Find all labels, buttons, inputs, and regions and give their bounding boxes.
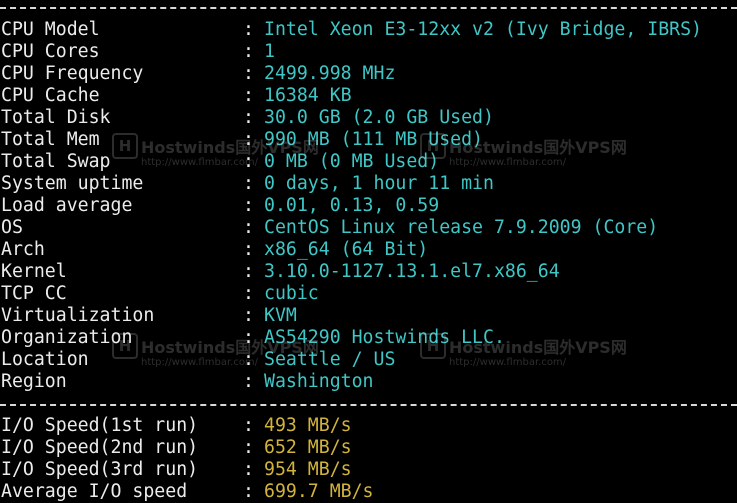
field-value: 30.0 GB (2.0 GB Used)	[264, 107, 494, 128]
field-separator: :	[243, 437, 254, 458]
field-label: Kernel	[1, 261, 67, 282]
field-separator: :	[243, 371, 254, 392]
field-value: cubic	[264, 283, 319, 304]
field-label: Load average	[1, 195, 133, 216]
field-value: Seattle / US	[264, 349, 396, 370]
field-label: Total Mem	[1, 129, 100, 150]
field-label: I/O Speed(3rd run)	[1, 459, 199, 480]
field-label: CPU Cores	[1, 41, 100, 62]
field-separator: :	[243, 173, 254, 194]
watermark-url: http://www.flmbar.com/	[449, 157, 567, 168]
field-separator: :	[243, 283, 254, 304]
field-value: 1	[264, 41, 275, 62]
field-value: 0 MB (0 MB Used)	[264, 151, 440, 172]
field-label: Total Swap	[1, 151, 111, 172]
field-value: 954 MB/s	[264, 459, 352, 480]
field-separator: :	[243, 85, 254, 106]
terminal-window[interactable]: CPU Model: Intel Xeon E3-12xx v2 (Ivy Bri…	[0, 0, 737, 502]
field-value: 990 MB (111 MB Used)	[264, 129, 483, 150]
field-label: Organization	[1, 327, 133, 348]
field-label: Arch	[1, 239, 45, 260]
field-label: Average I/O speed	[1, 481, 188, 502]
field-value: 493 MB/s	[264, 415, 352, 436]
field-value: 2499.998 MHz	[264, 63, 396, 84]
field-separator: :	[243, 415, 254, 436]
field-separator: :	[243, 481, 254, 502]
field-label: I/O Speed(2nd run)	[1, 437, 199, 458]
field-label: TCP CC	[1, 283, 67, 304]
field-label: Region	[1, 371, 67, 392]
watermark-h-icon: H	[112, 133, 138, 159]
field-separator: :	[243, 305, 254, 326]
field-separator: :	[243, 129, 254, 150]
field-value: 3.10.0-1127.13.1.el7.x86_64	[264, 261, 560, 282]
field-label: Virtualization	[1, 305, 155, 326]
field-value: Washington	[264, 371, 374, 392]
field-separator: :	[243, 151, 254, 172]
field-separator: :	[243, 19, 254, 40]
field-separator: :	[243, 107, 254, 128]
field-label: CPU Frequency	[1, 63, 144, 84]
field-value: x86_64 (64 Bit)	[264, 239, 429, 260]
field-value: 699.7 MB/s	[264, 481, 374, 502]
field-value: 16384 KB	[264, 85, 352, 106]
separator-line-top	[0, 7, 737, 9]
field-separator: :	[243, 459, 254, 480]
field-label: CPU Cache	[1, 85, 100, 106]
field-label: I/O Speed(1st run)	[1, 415, 199, 436]
field-separator: :	[243, 327, 254, 348]
field-separator: :	[243, 195, 254, 216]
separator-line-middle	[0, 404, 737, 406]
field-separator: :	[243, 63, 254, 84]
field-label: Total Disk	[1, 107, 111, 128]
field-label: System uptime	[1, 173, 144, 194]
watermark-url: http://www.flmbar.com/	[449, 357, 567, 368]
field-separator: :	[243, 217, 254, 238]
field-label: CPU Model	[1, 19, 100, 40]
field-separator: :	[243, 239, 254, 260]
field-label: OS	[1, 217, 23, 238]
field-value: KVM	[264, 305, 297, 326]
field-value: 0 days, 1 hour 11 min	[264, 173, 494, 194]
field-value: Intel Xeon E3-12xx v2 (Ivy Bridge, IBRS)	[264, 19, 702, 40]
field-separator: :	[243, 261, 254, 282]
field-label: Location	[1, 349, 89, 370]
field-separator: :	[243, 349, 254, 370]
field-value: CentOS Linux release 7.9.2009 (Core)	[264, 217, 659, 238]
field-value: 0.01, 0.13, 0.59	[264, 195, 440, 216]
field-separator: :	[243, 41, 254, 62]
field-value: 652 MB/s	[264, 437, 352, 458]
field-value: AS54290 Hostwinds LLC.	[264, 327, 505, 348]
